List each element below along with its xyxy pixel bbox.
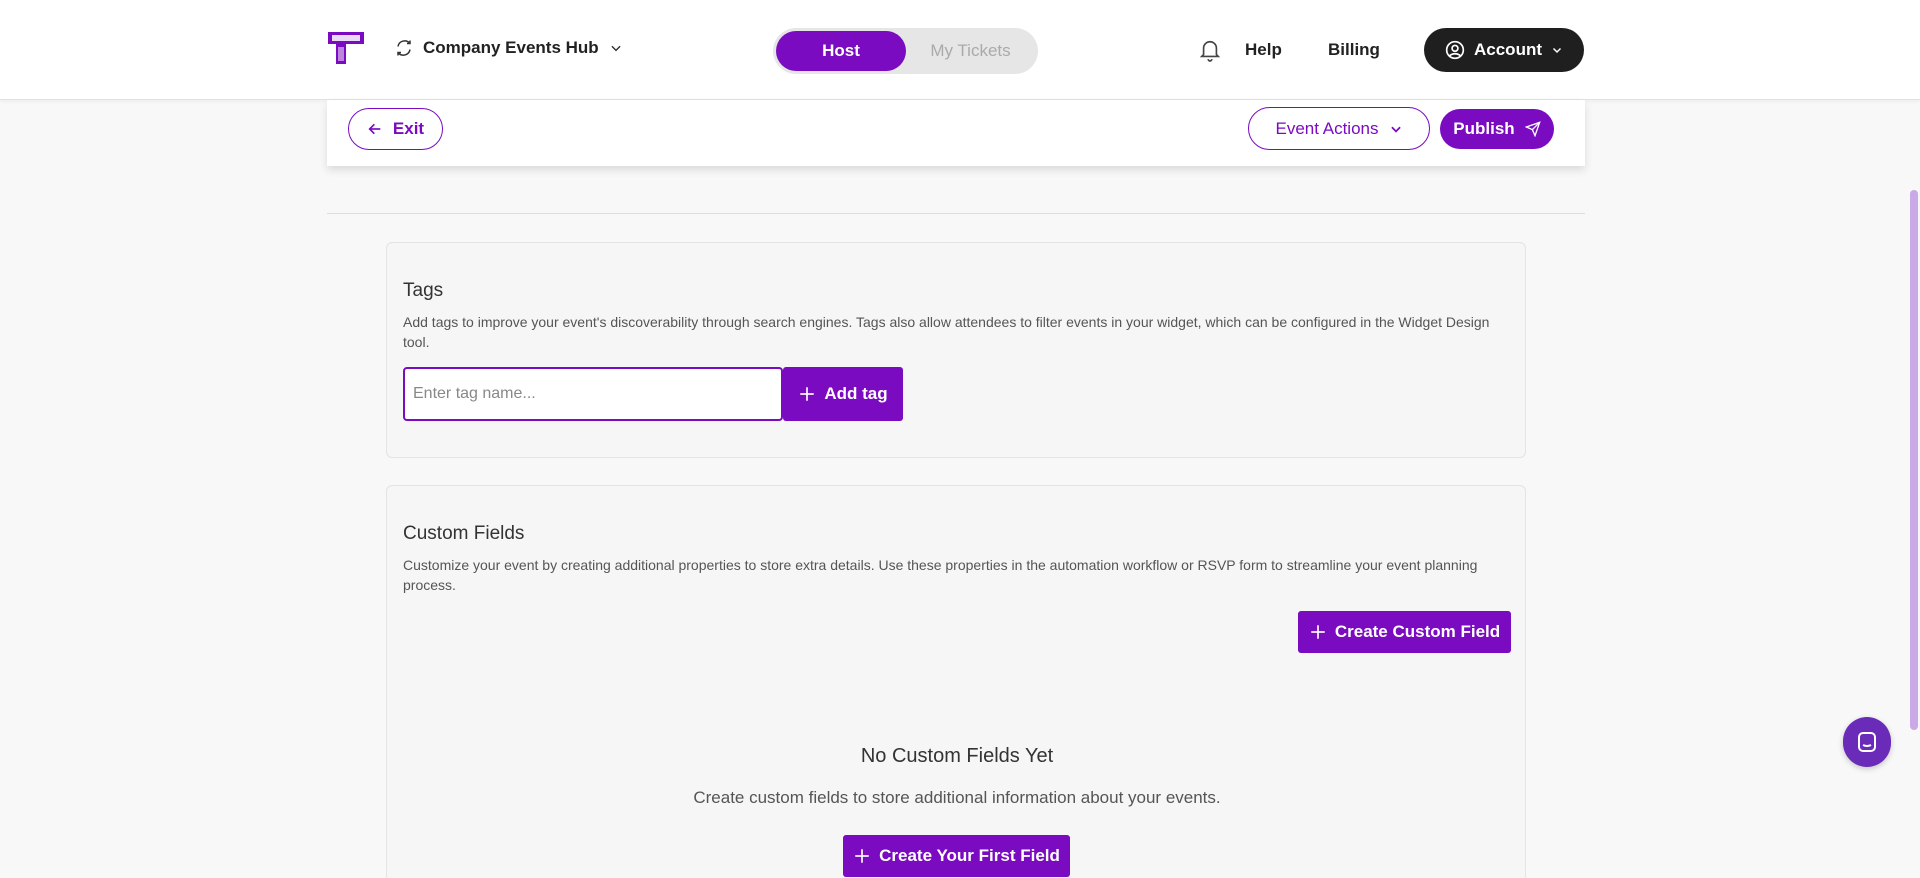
toggle-host[interactable]: Host xyxy=(776,31,906,71)
custom-fields-description: Customize your event by creating additio… xyxy=(403,557,1478,593)
plus-icon xyxy=(1311,625,1325,639)
toggle-my-tickets[interactable]: My Tickets xyxy=(906,31,1035,71)
top-navigation-bar: Company Events Hub Host My Tickets Help … xyxy=(0,0,1920,100)
add-tag-button[interactable]: Add tag xyxy=(783,367,903,421)
custom-fields-title: Custom Fields xyxy=(403,523,525,544)
send-icon xyxy=(1524,121,1541,137)
organization-switcher[interactable]: Company Events Hub xyxy=(395,38,623,58)
publish-label: Publish xyxy=(1453,119,1515,138)
tags-title: Tags xyxy=(403,280,444,301)
ticket-logo-icon[interactable] xyxy=(326,30,366,66)
create-custom-field-label: Create Custom Field xyxy=(1334,622,1501,641)
account-label: Account xyxy=(1474,40,1542,59)
account-button[interactable]: Account xyxy=(1424,28,1584,72)
event-action-bar: Exit Event Actions Publish xyxy=(327,100,1585,166)
exit-label: Exit xyxy=(392,119,425,138)
bell-icon[interactable] xyxy=(1199,38,1221,67)
help-link[interactable]: Help xyxy=(1245,40,1282,60)
event-actions-dropdown[interactable]: Event Actions xyxy=(1248,107,1430,150)
role-toggle: Host My Tickets xyxy=(773,28,1038,74)
create-first-field-label: Create Your First Field xyxy=(879,846,1060,865)
scrollbar-thumb[interactable] xyxy=(1910,190,1918,730)
tags-description: Add tags to improve your event's discove… xyxy=(403,314,1490,350)
sync-icon xyxy=(397,40,411,56)
tag-name-input[interactable] xyxy=(403,367,783,421)
tags-card: Tags Add tags to improve your event's di… xyxy=(386,242,1526,458)
publish-button[interactable]: Publish xyxy=(1440,109,1554,149)
user-circle-icon xyxy=(1445,40,1465,60)
billing-link[interactable]: Billing xyxy=(1328,40,1380,60)
empty-state-description: Create custom fields to store additional… xyxy=(693,788,1221,807)
chevron-down-icon xyxy=(1390,126,1401,133)
plus-icon xyxy=(855,849,869,863)
empty-state-title: No Custom Fields Yet xyxy=(860,745,1054,767)
chat-launcher-button[interactable] xyxy=(1843,717,1891,767)
chat-icon xyxy=(1858,732,1876,752)
section-divider xyxy=(327,213,1585,214)
plus-icon xyxy=(800,387,815,401)
add-tag-label: Add tag xyxy=(824,384,888,403)
event-actions-label: Event Actions xyxy=(1275,118,1379,138)
chevron-down-icon xyxy=(611,45,621,52)
create-first-field-button[interactable]: Create Your First Field xyxy=(843,835,1070,877)
create-custom-field-button[interactable]: Create Custom Field xyxy=(1298,611,1511,653)
arrow-left-icon xyxy=(368,123,381,135)
custom-fields-card: Custom Fields Customize your event by cr… xyxy=(386,485,1526,878)
chevron-down-icon xyxy=(1552,47,1562,54)
organization-name: Company Events Hub xyxy=(423,38,599,57)
exit-button[interactable]: Exit xyxy=(348,108,443,150)
